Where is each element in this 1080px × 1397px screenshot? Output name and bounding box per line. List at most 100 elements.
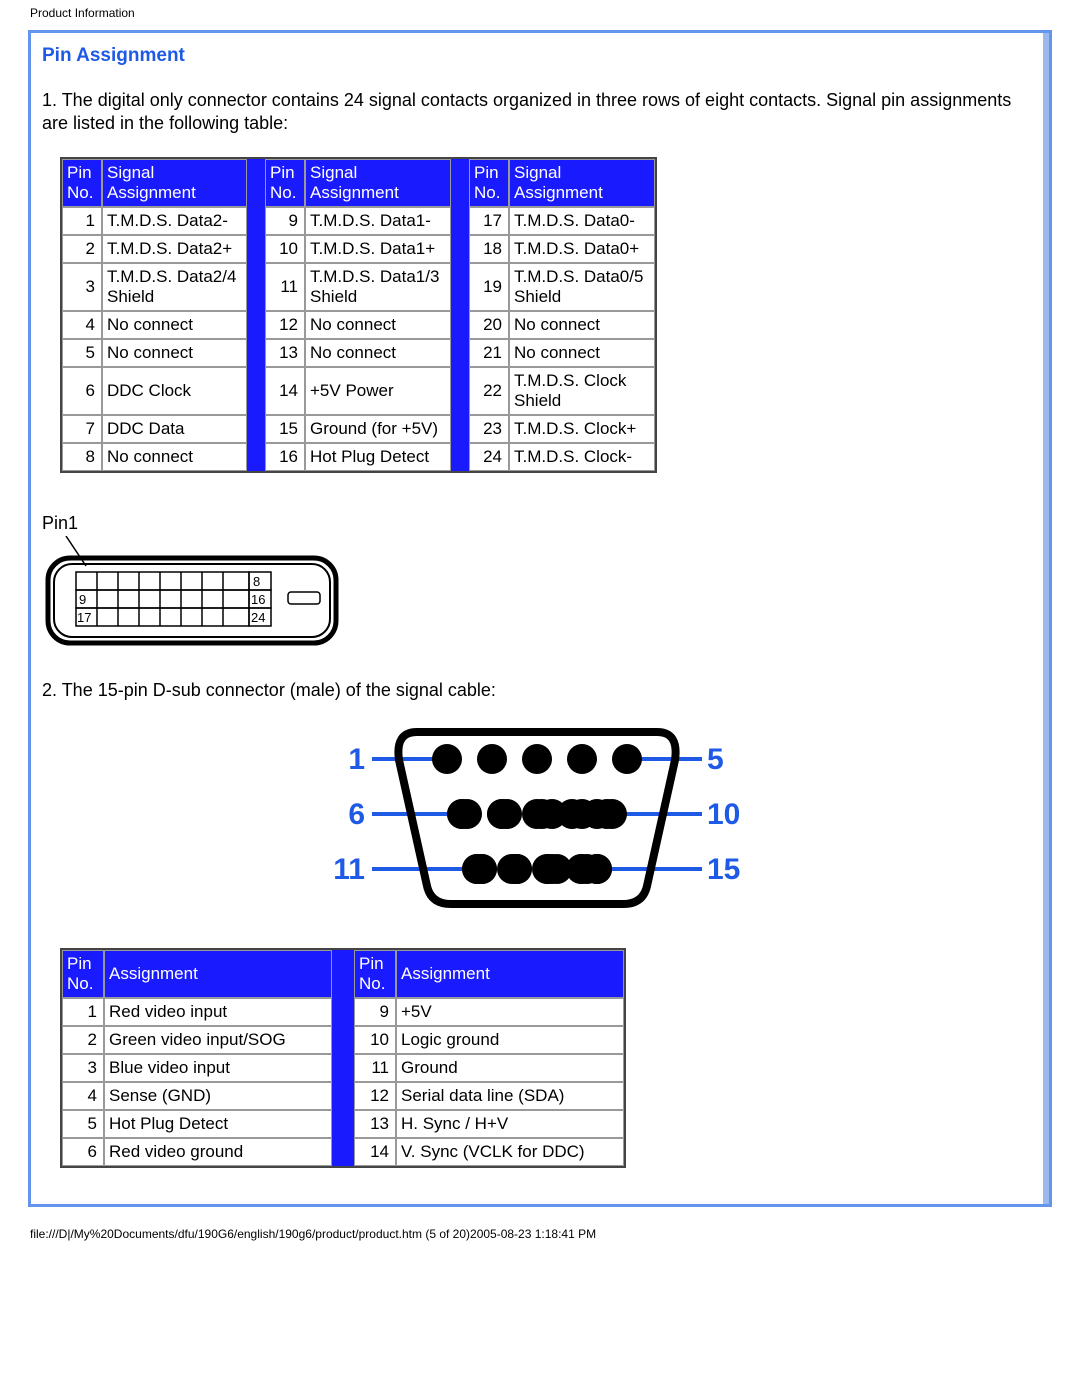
- table-spacer: [451, 263, 469, 311]
- table-row: 8No connect16Hot Plug Detect24T.M.D.S. C…: [62, 443, 655, 471]
- pin-no: 6: [62, 367, 102, 415]
- dvi-pin-table: Pin No. Signal Assignment Pin No. Signal…: [60, 157, 657, 473]
- signal: No connect: [102, 339, 247, 367]
- pin-no: 13: [354, 1110, 396, 1138]
- pin-no: 2: [62, 235, 102, 263]
- pin-no: 11: [265, 263, 305, 311]
- dsub-label-5: 5: [707, 743, 724, 776]
- pin-no: 17: [469, 207, 509, 235]
- signal: No connect: [509, 311, 655, 339]
- table-row: 6Red video ground14V. Sync (VCLK for DDC…: [62, 1138, 624, 1166]
- pin-no: 1: [62, 998, 104, 1026]
- pin-no: 6: [62, 1138, 104, 1166]
- table-spacer: [332, 1054, 354, 1082]
- pin-no: 9: [265, 207, 305, 235]
- pin-no: 7: [62, 415, 102, 443]
- pin-no: 11: [354, 1054, 396, 1082]
- signal: T.M.D.S. Clock-: [509, 443, 655, 471]
- pin-no: 21: [469, 339, 509, 367]
- col-signal: Signal Assignment: [305, 159, 451, 207]
- table-spacer: [247, 415, 265, 443]
- assignment: Serial data line (SDA): [396, 1082, 624, 1110]
- signal: T.M.D.S. Data0+: [509, 235, 655, 263]
- table-row: 4Sense (GND)12Serial data line (SDA): [62, 1082, 624, 1110]
- assignment: Blue video input: [104, 1054, 332, 1082]
- pin-no: 3: [62, 1054, 104, 1082]
- table-spacer: [247, 367, 265, 415]
- assignment: Hot Plug Detect: [104, 1110, 332, 1138]
- pin-no: 4: [62, 311, 102, 339]
- table-spacer: [451, 415, 469, 443]
- pin-no: 2: [62, 1026, 104, 1054]
- pin-no: 8: [62, 443, 102, 471]
- page-header: Product Information: [0, 0, 1080, 26]
- dsub-label-11: 11: [333, 853, 365, 886]
- col-assignment: Assignment: [104, 950, 332, 998]
- pin1-label: Pin1: [42, 513, 1032, 534]
- signal: T.M.D.S. Data2+: [102, 235, 247, 263]
- signal: DDC Clock: [102, 367, 247, 415]
- table-spacer: [451, 235, 469, 263]
- dsub-label-6: 6: [348, 798, 365, 831]
- footer-path: file:///D|/My%20Documents/dfu/190G6/engl…: [30, 1227, 1080, 1241]
- pin-no: 5: [62, 1110, 104, 1138]
- pin-no: 22: [469, 367, 509, 415]
- signal: T.M.D.S. Clock+: [509, 415, 655, 443]
- dvi-connector-diagram: Pin1: [42, 513, 1032, 659]
- table-row: 1Red video input9+5V: [62, 998, 624, 1026]
- page-title: Product Information: [30, 6, 135, 20]
- col-pin-no: Pin No.: [62, 950, 104, 998]
- dsub-label-10: 10: [707, 798, 740, 831]
- dsub-pin-table: Pin No. Assignment Pin No. Assignment 1R…: [60, 948, 626, 1168]
- signal: +5V Power: [305, 367, 451, 415]
- dvi-connector-svg: 8 9 16 17 24: [42, 536, 342, 656]
- table-spacer: [247, 235, 265, 263]
- table-spacer: [451, 207, 469, 235]
- pin-no: 10: [354, 1026, 396, 1054]
- assignment: Green video input/SOG: [104, 1026, 332, 1054]
- table-spacer: [451, 443, 469, 471]
- pin-no: 24: [469, 443, 509, 471]
- table-spacer: [247, 159, 265, 207]
- col-signal: Signal Assignment: [102, 159, 247, 207]
- table-spacer: [332, 1110, 354, 1138]
- dvi-label-16: 16: [251, 592, 265, 607]
- signal: T.M.D.S. Data2-: [102, 207, 247, 235]
- table-spacer: [451, 367, 469, 415]
- pin-no: 20: [469, 311, 509, 339]
- pin-no: 10: [265, 235, 305, 263]
- dsub-label-1: 1: [348, 743, 365, 776]
- assignment: H. Sync / H+V: [396, 1110, 624, 1138]
- signal: T.M.D.S. Data0-: [509, 207, 655, 235]
- dvi-label-9: 9: [79, 592, 86, 607]
- col-pin-no: Pin No.: [62, 159, 102, 207]
- pin-no: 14: [265, 367, 305, 415]
- signal: T.M.D.S. Data1+: [305, 235, 451, 263]
- assignment: Logic ground: [396, 1026, 624, 1054]
- section-title: Pin Assignment: [42, 45, 1032, 67]
- signal: Ground (for +5V): [305, 415, 451, 443]
- pin-no: 14: [354, 1138, 396, 1166]
- signal: Hot Plug Detect: [305, 443, 451, 471]
- table-spacer: [247, 339, 265, 367]
- table-row: 7DDC Data15Ground (for +5V)23T.M.D.S. Cl…: [62, 415, 655, 443]
- assignment: V. Sync (VCLK for DDC): [396, 1138, 624, 1166]
- table-spacer: [247, 443, 265, 471]
- pin-no: 12: [265, 311, 305, 339]
- table-row: 3Blue video input11Ground: [62, 1054, 624, 1082]
- table-row: 1T.M.D.S. Data2-9T.M.D.S. Data1-17T.M.D.…: [62, 207, 655, 235]
- pin-no: 1: [62, 207, 102, 235]
- dvi-label-24: 24: [251, 610, 265, 625]
- table-row: 2Green video input/SOG 10Logic ground: [62, 1026, 624, 1054]
- pin-no: 19: [469, 263, 509, 311]
- pin-no: 12: [354, 1082, 396, 1110]
- table-spacer: [332, 950, 354, 998]
- signal: T.M.D.S. Data0/5 Shield: [509, 263, 655, 311]
- dvi-label-8: 8: [253, 574, 260, 589]
- table-row: 6DDC Clock 14+5V Power 22T.M.D.S. Clock Sh…: [62, 367, 655, 415]
- table-row: 5Hot Plug Detect 13H. Sync / H+V: [62, 1110, 624, 1138]
- content-inner: Pin Assignment 1. The digital only conne…: [31, 33, 1049, 1204]
- signal: T.M.D.S. Clock Shield: [509, 367, 655, 415]
- pin-no: 15: [265, 415, 305, 443]
- pin-no: 13: [265, 339, 305, 367]
